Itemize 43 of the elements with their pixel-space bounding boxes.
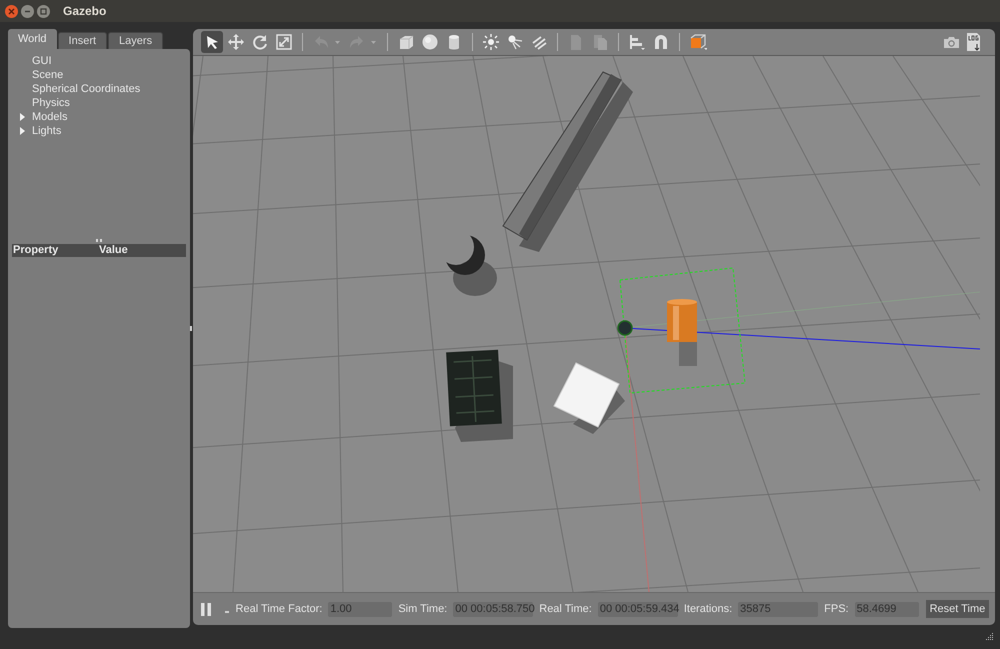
tab[interactable]: Insert [58,32,108,49]
step-icon[interactable] [224,610,229,614]
field-label: Real Time: [539,602,592,617]
field-label: Real Time Factor: [236,602,322,617]
close-button[interactable] [5,4,18,18]
crescent-model [444,235,485,275]
collapsed-arrow-icon[interactable] [20,113,26,121]
log-download-icon[interactable] [966,32,982,52]
collapse-handle[interactable] [190,326,192,331]
tree-item[interactable]: Scene [32,66,64,84]
tab[interactable]: Layers [108,32,164,49]
field-label: FPS: [824,602,849,617]
splitter-handle[interactable] [96,239,102,242]
collapsed-arrow-icon[interactable] [20,127,26,135]
field-label: Sim Time: [398,602,448,617]
tree-item[interactable]: Spherical Coordinates [32,80,140,98]
field-label: Iterations: [684,602,732,617]
tree-item[interactable]: Physics [32,94,70,112]
resize-grip-icon[interactable] [985,632,994,641]
sphere-model [616,320,632,336]
readout-field: 1.00 [328,602,392,616]
minimize-button[interactable] [21,4,34,18]
reset-time-button[interactable]: Reset Time [926,600,990,618]
readout-field: 00 00:05:58.750 [453,602,534,616]
column-header: Property [12,243,60,258]
readout-field: 58.4699 [854,602,919,616]
tab[interactable]: World [8,29,57,49]
dropdown-caret-icon[interactable] [335,40,340,44]
dropdown-caret-icon[interactable] [371,40,376,44]
camera-icon[interactable] [943,36,960,48]
cylinder-model [666,299,697,342]
window-title: Gazebo [63,3,106,20]
close-icon[interactable] [8,8,15,14]
readout-field: 00 00:05:59.434 [598,602,678,616]
readout-field: 35875 [738,602,818,616]
column-header: Value [99,243,128,258]
maximize-icon[interactable] [40,8,47,14]
maximize-button[interactable] [37,4,50,18]
tree-item[interactable]: Models [32,108,68,126]
tree-item[interactable]: GUI [32,52,52,70]
box-model [552,362,620,428]
tree-item[interactable]: Lights [32,122,62,140]
pause-icon[interactable] [200,602,211,616]
